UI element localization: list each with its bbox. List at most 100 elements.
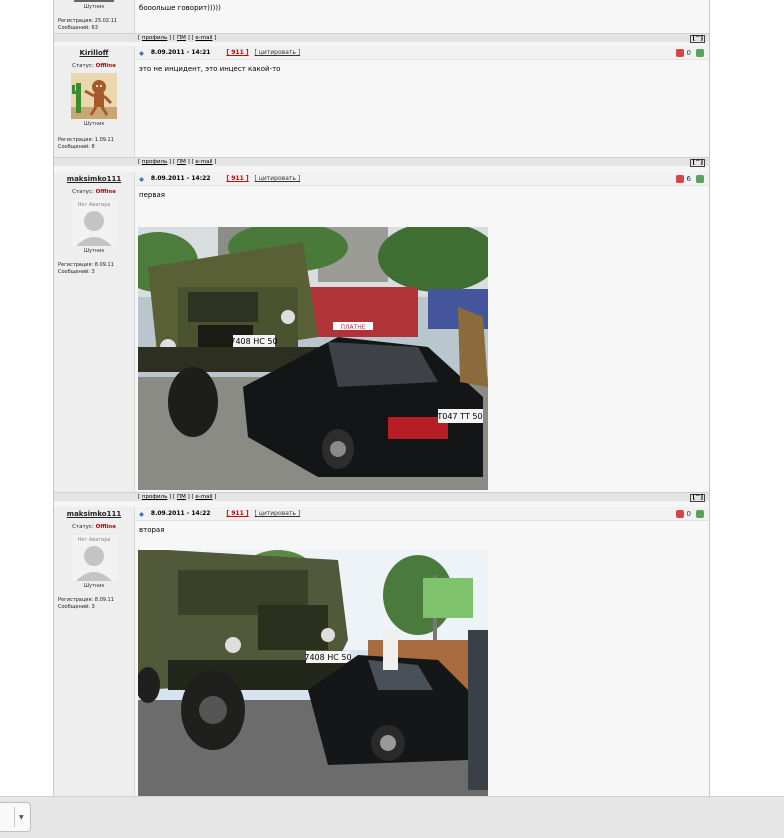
author-message-count: Сообщений: 3 <box>58 604 95 610</box>
post-number-link[interactable]: [ 911 ] <box>226 510 248 517</box>
svg-text:7408 НС 50: 7408 НС 50 <box>304 653 351 662</box>
pm-link[interactable]: ПМ <box>177 35 186 41</box>
scroll-up-button[interactable]: [^] <box>690 159 705 167</box>
author-nick[interactable]: maksimko111 <box>54 507 134 518</box>
post-link-icon[interactable] <box>138 510 145 517</box>
photo-truck-crash: 7408 НС 50 <box>138 550 488 796</box>
author-status: Статус: Offline <box>72 63 116 69</box>
post-header: 8.09.2011 - 14:22 [ 911 ] [ цитировать ]… <box>136 507 709 521</box>
rating-minus-icon[interactable] <box>675 49 684 57</box>
rating-minus-icon[interactable] <box>675 510 684 518</box>
post-previous: Шутник Регистрация: 25.02.11 Сообщений: … <box>54 0 709 43</box>
author-message-count: Сообщений: 63 <box>58 25 98 31</box>
post-number-link[interactable]: [ 911 ] <box>226 49 248 56</box>
author-status: Статус: Offline <box>72 524 116 530</box>
quote-link[interactable]: [ цитировать ] <box>255 49 301 56</box>
author-rank: Шутник <box>83 248 105 254</box>
avatar: Нет Аватара <box>71 200 117 246</box>
dropdown-separator <box>14 807 15 827</box>
pm-link[interactable]: ПМ <box>177 159 186 165</box>
post-rating: 0 <box>674 510 704 518</box>
author-meta: Регистрация: 1.09.11 Сообщений: 8 <box>54 137 134 151</box>
scroll-up-button[interactable]: [^] <box>690 35 705 43</box>
post-text: вторая <box>139 526 165 534</box>
post-kirilloff: Kirilloff Статус: Offline Шутник Регистр… <box>54 46 709 170</box>
email-link[interactable]: e-mail <box>195 35 212 41</box>
author-meta: Регистрация: 8.09.11 Сообщений: 3 <box>54 597 134 611</box>
author-rank: Шутник <box>83 583 105 589</box>
author-status: Статус: Offline <box>72 189 116 195</box>
photo-truck-on-car: 7408 НС 50 Т047 ТТ 50 ПЛАТНЕ <box>138 227 488 490</box>
svg-text:ПЛАТНЕ: ПЛАТНЕ <box>340 324 365 331</box>
profile-link[interactable]: профиль <box>142 35 168 41</box>
post-author-panel: Kirilloff Статус: Offline Шутник Регистр… <box>54 46 135 157</box>
profile-link[interactable]: профиль <box>142 494 168 500</box>
post-number-link[interactable]: [ 911 ] <box>226 175 248 182</box>
scroll-up-button[interactable]: [^] <box>690 494 705 502</box>
post-maksimko-second: maksimko111 Статус: Offline Нет Аватара … <box>54 507 709 796</box>
no-avatar-label: Нет Аватара <box>77 202 111 208</box>
chevron-down-icon[interactable]: ▼ <box>19 814 24 821</box>
cartoon-avatar-icon <box>71 73 117 119</box>
author-meta: Регистрация: 8.09.11 Сообщений: 3 <box>54 262 134 276</box>
no-avatar-label: Нет Аватара <box>77 537 111 543</box>
author-registration: Регистрация: 8.09.11 <box>58 262 114 268</box>
post-footer-links: [ профиль ] [ ПМ ] [ e-mail ] <box>138 35 217 41</box>
accident-photo-1[interactable]: 7408 НС 50 Т047 ТТ 50 ПЛАТНЕ <box>138 227 488 490</box>
post-rating: 6 <box>674 175 704 183</box>
rating-value: 6 <box>686 175 691 183</box>
pm-link[interactable]: ПМ <box>177 494 186 500</box>
author-registration: Регистрация: 8.09.11 <box>58 597 114 603</box>
browser-bottom-bar: ▼ <box>0 796 784 838</box>
post-author-panel: maksimko111 Статус: Offline Нет Аватара … <box>54 507 135 796</box>
post-footer: [ профиль ] [ ПМ ] [ e-mail ] [^] <box>54 33 709 43</box>
author-message-count: Сообщений: 8 <box>58 144 95 150</box>
author-message-count: Сообщений: 3 <box>58 269 95 275</box>
rating-plus-icon[interactable] <box>696 49 704 57</box>
email-link[interactable]: e-mail <box>195 159 212 165</box>
post-link-icon[interactable] <box>138 49 145 56</box>
avatar-bottom-edge <box>74 0 114 2</box>
email-link[interactable]: e-mail <box>195 494 212 500</box>
avatar: Нет Аватара <box>71 535 117 581</box>
post-footer-links: [ профиль ] [ ПМ ] [ e-mail ] <box>138 159 217 165</box>
post-maksimko-first: maksimko111 Статус: Offline Нет Аватара … <box>54 172 709 506</box>
post-footer: [ профиль ] [ ПМ ] [ e-mail ] [^] <box>54 492 709 502</box>
rating-value: 0 <box>686 49 691 57</box>
post-text: бооольше говорит))))) <box>139 4 221 12</box>
post-date: 8.09.2011 - 14:21 <box>150 49 211 56</box>
author-rank: Шутник <box>83 121 105 127</box>
svg-text:Т047 ТТ 50: Т047 ТТ 50 <box>436 412 482 421</box>
author-meta: Регистрация: 25.02.11 Сообщений: 63 <box>54 18 134 32</box>
author-registration: Регистрация: 1.09.11 <box>58 137 114 143</box>
post-content: 8.09.2011 - 14:21 [ 911 ] [ цитировать ]… <box>136 46 709 157</box>
post-author-panel: Шутник Регистрация: 25.02.11 Сообщений: … <box>54 0 135 33</box>
post-date: 8.09.2011 - 14:22 <box>150 175 211 182</box>
rating-minus-icon[interactable] <box>675 175 684 183</box>
quote-link[interactable]: [ цитировать ] <box>255 175 301 182</box>
svg-text:7408 НС 50: 7408 НС 50 <box>230 337 277 346</box>
quote-link[interactable]: [ цитировать ] <box>255 510 301 517</box>
post-link-icon[interactable] <box>138 175 145 182</box>
rating-plus-icon[interactable] <box>696 175 704 183</box>
post-header: 8.09.2011 - 14:22 [ 911 ] [ цитировать ]… <box>136 172 709 186</box>
post-date: 8.09.2011 - 14:22 <box>150 510 211 517</box>
post-rating: 0 <box>674 49 704 57</box>
post-text: первая <box>139 191 165 199</box>
author-nick[interactable]: Kirilloff <box>54 46 134 57</box>
forum-thread: Шутник Регистрация: 25.02.11 Сообщений: … <box>53 0 710 796</box>
post-footer-links: [ профиль ] [ ПМ ] [ e-mail ] <box>138 494 217 500</box>
author-registration: Регистрация: 25.02.11 <box>58 18 118 24</box>
post-author-panel: maksimko111 Статус: Offline Нет Аватара … <box>54 172 135 492</box>
author-nick[interactable]: maksimko111 <box>54 172 134 183</box>
post-content: бооольше говорит))))) <box>136 0 709 33</box>
post-header: 8.09.2011 - 14:21 [ 911 ] [ цитировать ]… <box>136 46 709 60</box>
rating-value: 0 <box>686 510 691 518</box>
rating-plus-icon[interactable] <box>696 510 704 518</box>
post-text: это не инцидент, это инцест какой-то <box>139 65 281 73</box>
accident-photo-2[interactable]: 7408 НС 50 <box>138 550 488 796</box>
profile-link[interactable]: профиль <box>142 159 168 165</box>
avatar <box>71 73 117 119</box>
dropdown-select[interactable]: ▼ <box>0 802 31 832</box>
author-rank: Шутник <box>83 4 105 10</box>
